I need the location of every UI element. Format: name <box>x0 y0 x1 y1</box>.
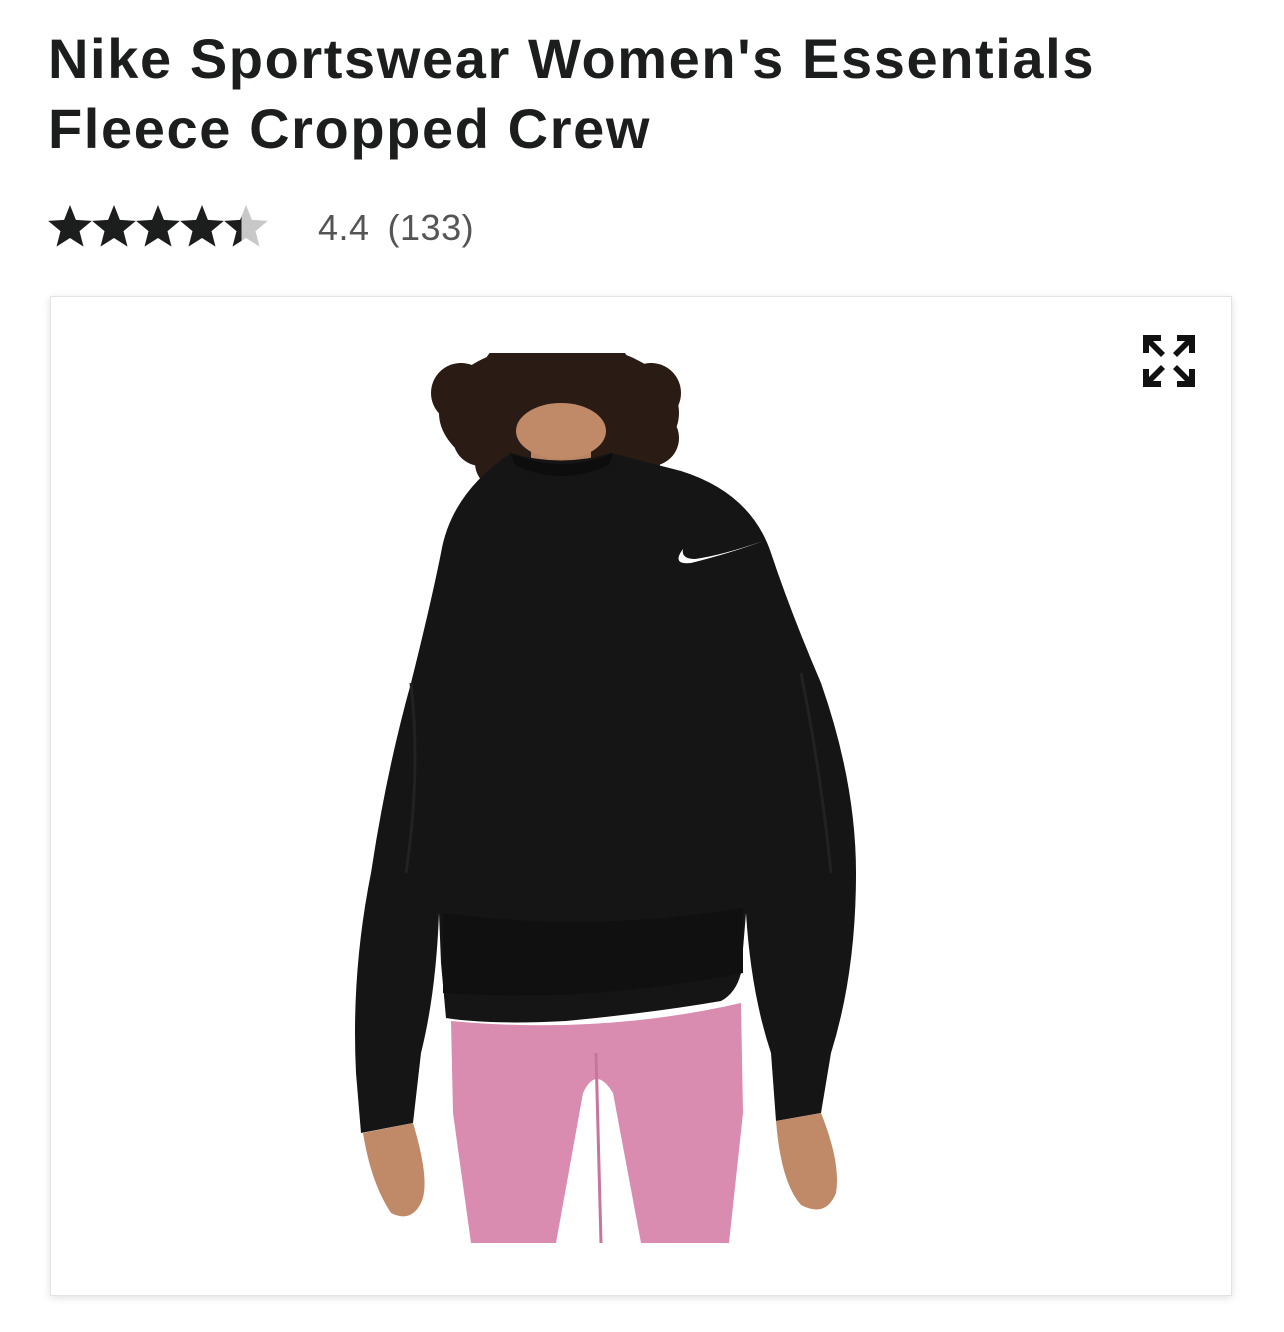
star-icon <box>180 205 224 247</box>
star-icon <box>224 205 268 247</box>
star-rating-icons <box>48 205 268 247</box>
star-icon <box>92 205 136 247</box>
rating-summary[interactable]: 4.4 (133) <box>48 200 474 256</box>
star-rating <box>48 205 272 251</box>
product-image-gallery[interactable] <box>50 296 1232 1296</box>
star-icon <box>136 205 180 247</box>
left-hand <box>363 1123 425 1217</box>
product-photo[interactable] <box>351 338 951 1244</box>
review-count-link[interactable]: (133) <box>388 207 475 249</box>
star-icon <box>48 205 92 247</box>
right-hand <box>776 1113 837 1210</box>
expand-arrows-icon[interactable] <box>1137 329 1201 393</box>
rating-value: 4.4 <box>318 207 370 248</box>
product-title: Nike Sportswear Women's Essentials Fleec… <box>48 27 1096 160</box>
